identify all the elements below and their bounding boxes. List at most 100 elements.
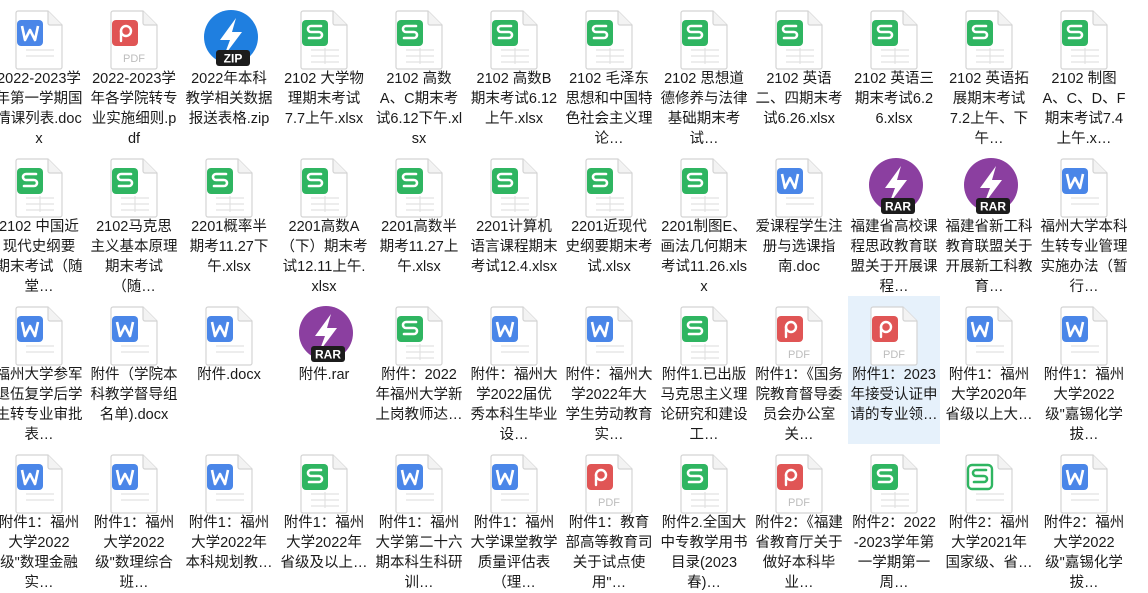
word-doc-icon xyxy=(1057,158,1111,218)
file-item[interactable]: 附件1：福州大学2022级"数理金融实… xyxy=(0,444,85,592)
file-item[interactable]: 附件1：福州大学2022级"数理综合班… xyxy=(88,444,180,592)
svg-text:ZIP: ZIP xyxy=(224,52,243,66)
file-item[interactable]: 附件1：福州大学课堂教学质量评估表（理… xyxy=(468,444,560,592)
file-name: 2102 大学物理期末考试 7.7上午.xlsx xyxy=(284,71,364,127)
file-item[interactable]: 福州大学参军退伍复学后学生转专业审批表… xyxy=(0,296,85,444)
file-name: 爱课程学生注册与选课指南.doc xyxy=(755,219,843,275)
file-item[interactable]: 2022-2023学年第一学期国情课列表.docx xyxy=(0,0,85,148)
spreadsheet-icon xyxy=(297,10,351,70)
file-item[interactable]: RAR 福建省新工科教育联盟关于开展新工科教育… xyxy=(943,148,1035,296)
word-doc-icon xyxy=(962,306,1016,366)
file-item[interactable]: 附件2.全国大中专教学用书目录(2023春)… xyxy=(658,444,750,592)
file-item[interactable]: 附件.docx xyxy=(183,296,275,444)
file-name: 2102 毛泽东思想和中国特色社会主义理论… xyxy=(565,71,653,147)
svg-text:PDF: PDF xyxy=(788,497,810,509)
svg-text:PDF: PDF xyxy=(123,53,145,65)
file-item[interactable]: 2102 制图A、C、D、F期末考试7.4上午.x… xyxy=(1038,0,1130,148)
file-item[interactable]: 附件1：福州大学2022年省级及以上… xyxy=(278,444,370,592)
file-name: 2201高数半期考11.27上午.xlsx xyxy=(379,219,459,275)
file-item[interactable]: 2201制图E、画法几何期末考试11.26.xlsx xyxy=(658,148,750,296)
file-item[interactable]: 附件1.已出版马克思主义理论研究和建设工… xyxy=(658,296,750,444)
svg-text:PDF: PDF xyxy=(598,497,620,509)
pdf-icon: PDF xyxy=(772,454,826,514)
file-name: 附件：福州大学2022届优秀本科生毕业设… xyxy=(470,367,558,443)
word-doc-icon xyxy=(772,158,826,218)
file-name: 附件1：《国务院教育督导委员会办公室关… xyxy=(755,367,843,443)
file-item[interactable]: 附件2：2022-2023学年第一学期第一周… xyxy=(848,444,940,592)
file-name: 附件：福州大学2022年大学生劳动教育实… xyxy=(565,367,653,443)
file-item[interactable]: 2201高数A（下）期末考试12.11上午.xlsx xyxy=(278,148,370,296)
file-name: 附件1：福州大学2022级"嘉锡化学拔… xyxy=(1043,367,1125,443)
spreadsheet-icon xyxy=(297,158,351,218)
spreadsheet-icon xyxy=(582,158,636,218)
file-name: 2201制图E、画法几何期末考试11.26.xlsx xyxy=(660,219,748,295)
file-name: 附件1：福州大学2022年省级及以上… xyxy=(280,515,368,571)
file-item[interactable]: 附件（学院本科教学督导组名单).docx xyxy=(88,296,180,444)
file-item[interactable]: 附件1：福州大学第二十六期本科生科研训… xyxy=(373,444,465,592)
file-item[interactable]: 2201近现代史纲要期末考试.xlsx xyxy=(563,148,655,296)
file-item[interactable]: 2102 英语二、四期末考试6.26.xlsx xyxy=(753,0,845,148)
file-name: 附件1：2023年接受认证申请的专业领… xyxy=(850,367,938,423)
file-item[interactable]: PDF 附件1：2023年接受认证申请的专业领… xyxy=(848,296,940,444)
file-name: 附件：2022年福州大学新上岗教师达… xyxy=(375,367,463,423)
file-name: 2022-2023学年第一学期国情课列表.docx xyxy=(0,71,83,147)
pdf-icon: PDF xyxy=(582,454,636,514)
file-item[interactable]: PDF 2022-2023学年各学院转专业实施细则.pdf xyxy=(88,0,180,148)
file-name: 附件2：福州大学2022级"嘉锡化学拔… xyxy=(1043,515,1125,591)
file-item[interactable]: 附件1：福州大学2022年本科规划教… xyxy=(183,444,275,592)
file-item[interactable]: 2102 毛泽东思想和中国特色社会主义理论… xyxy=(563,0,655,148)
file-item[interactable]: 附件：福州大学2022年大学生劳动教育实… xyxy=(563,296,655,444)
file-grid: 2022-2023学年第一学期国情课列表.docx PDF 2022-2023学… xyxy=(0,0,1148,593)
word-doc-icon xyxy=(107,454,161,514)
file-item[interactable]: 2102 大学物理期末考试 7.7上午.xlsx xyxy=(278,0,370,148)
file-item[interactable]: 附件：福州大学2022届优秀本科生毕业设… xyxy=(468,296,560,444)
file-name: 2102 英语拓展期末考试 7.2上午、下午… xyxy=(949,71,1029,147)
svg-text:RAR: RAR xyxy=(315,348,341,362)
word-doc-icon xyxy=(12,306,66,366)
file-item[interactable]: PDF 附件2：《福建省教育厅关于做好本科毕业… xyxy=(753,444,845,592)
word-doc-icon xyxy=(12,10,66,70)
file-name: 2022年本科教学相关数据报送表格.zip xyxy=(185,71,273,127)
svg-text:RAR: RAR xyxy=(885,200,911,214)
spreadsheet-icon xyxy=(582,10,636,70)
file-name: 附件（学院本科教学督导组名单).docx xyxy=(90,367,178,423)
file-item[interactable]: 2102 思想道德修养与法律基础期末考试… xyxy=(658,0,750,148)
file-item[interactable]: 附件1：福州大学2022级"嘉锡化学拔… xyxy=(1038,296,1130,444)
file-item[interactable]: 爱课程学生注册与选课指南.doc xyxy=(753,148,845,296)
file-item[interactable]: RAR 附件.rar xyxy=(278,296,370,444)
zip-archive-icon: ZIP xyxy=(202,10,258,70)
spreadsheet-icon xyxy=(392,306,446,366)
file-item[interactable]: 2102 英语三期末考试6.26.xlsx xyxy=(848,0,940,148)
file-name: 2201概率半期考11.27下午.xlsx xyxy=(189,219,269,275)
file-name: 2022-2023学年各学院转专业实施细则.pdf xyxy=(90,71,178,147)
file-item[interactable]: ZIP 2022年本科教学相关数据报送表格.zip xyxy=(183,0,275,148)
file-item[interactable]: PDF 附件1：《国务院教育督导委员会办公室关… xyxy=(753,296,845,444)
file-name: 附件1：福州大学课堂教学质量评估表（理… xyxy=(470,515,558,591)
file-item[interactable]: 2201计算机语言课程期末考试12.4.xlsx xyxy=(468,148,560,296)
file-item[interactable]: 2102 中国近现代史纲要 期末考试（随堂… xyxy=(0,148,85,296)
file-name: 附件.rar xyxy=(298,367,350,383)
pdf-icon: PDF xyxy=(772,306,826,366)
file-item[interactable]: 2102 高数A、C期末考试6.12下午.xlsx xyxy=(373,0,465,148)
file-item[interactable]: 2201高数半期考11.27上午.xlsx xyxy=(373,148,465,296)
file-item[interactable]: 2102 高数B期末考试6.12上午.xlsx xyxy=(468,0,560,148)
file-name: 2201计算机语言课程期末考试12.4.xlsx xyxy=(470,219,558,275)
word-doc-icon xyxy=(582,306,636,366)
file-item[interactable]: 2102马克思主义基本原理 期末考试（随… xyxy=(88,148,180,296)
file-name: 福州大学本科生转专业管理实施办法（暂行… xyxy=(1040,219,1128,295)
file-item[interactable]: 2102 英语拓展期末考试 7.2上午、下午… xyxy=(943,0,1035,148)
word-doc-icon xyxy=(487,306,541,366)
file-item[interactable]: 福州大学本科生转专业管理实施办法（暂行… xyxy=(1038,148,1130,296)
file-item[interactable]: PDF 附件1：教育部高等教育司关于试点使用"… xyxy=(563,444,655,592)
file-item[interactable]: 附件1：福州大学2020年省级以上大… xyxy=(943,296,1035,444)
word-doc-icon xyxy=(1057,454,1111,514)
file-item[interactable]: 附件2：福州大学2022级"嘉锡化学拔… xyxy=(1038,444,1130,592)
spreadsheet-icon xyxy=(677,454,731,514)
file-name: 附件1：福州大学2022级"数理综合班… xyxy=(93,515,175,591)
file-item[interactable]: RAR 福建省高校课程思政教育联盟关于开展课程… xyxy=(848,148,940,296)
file-name: 附件1：福州大学2022级"数理金融实… xyxy=(0,515,80,591)
file-item[interactable]: 附件：2022年福州大学新上岗教师达… xyxy=(373,296,465,444)
file-item[interactable]: 2201概率半期考11.27下午.xlsx xyxy=(183,148,275,296)
file-item[interactable]: 附件2：福州大学2021年国家级、省… xyxy=(943,444,1035,592)
word-doc-icon xyxy=(392,454,446,514)
